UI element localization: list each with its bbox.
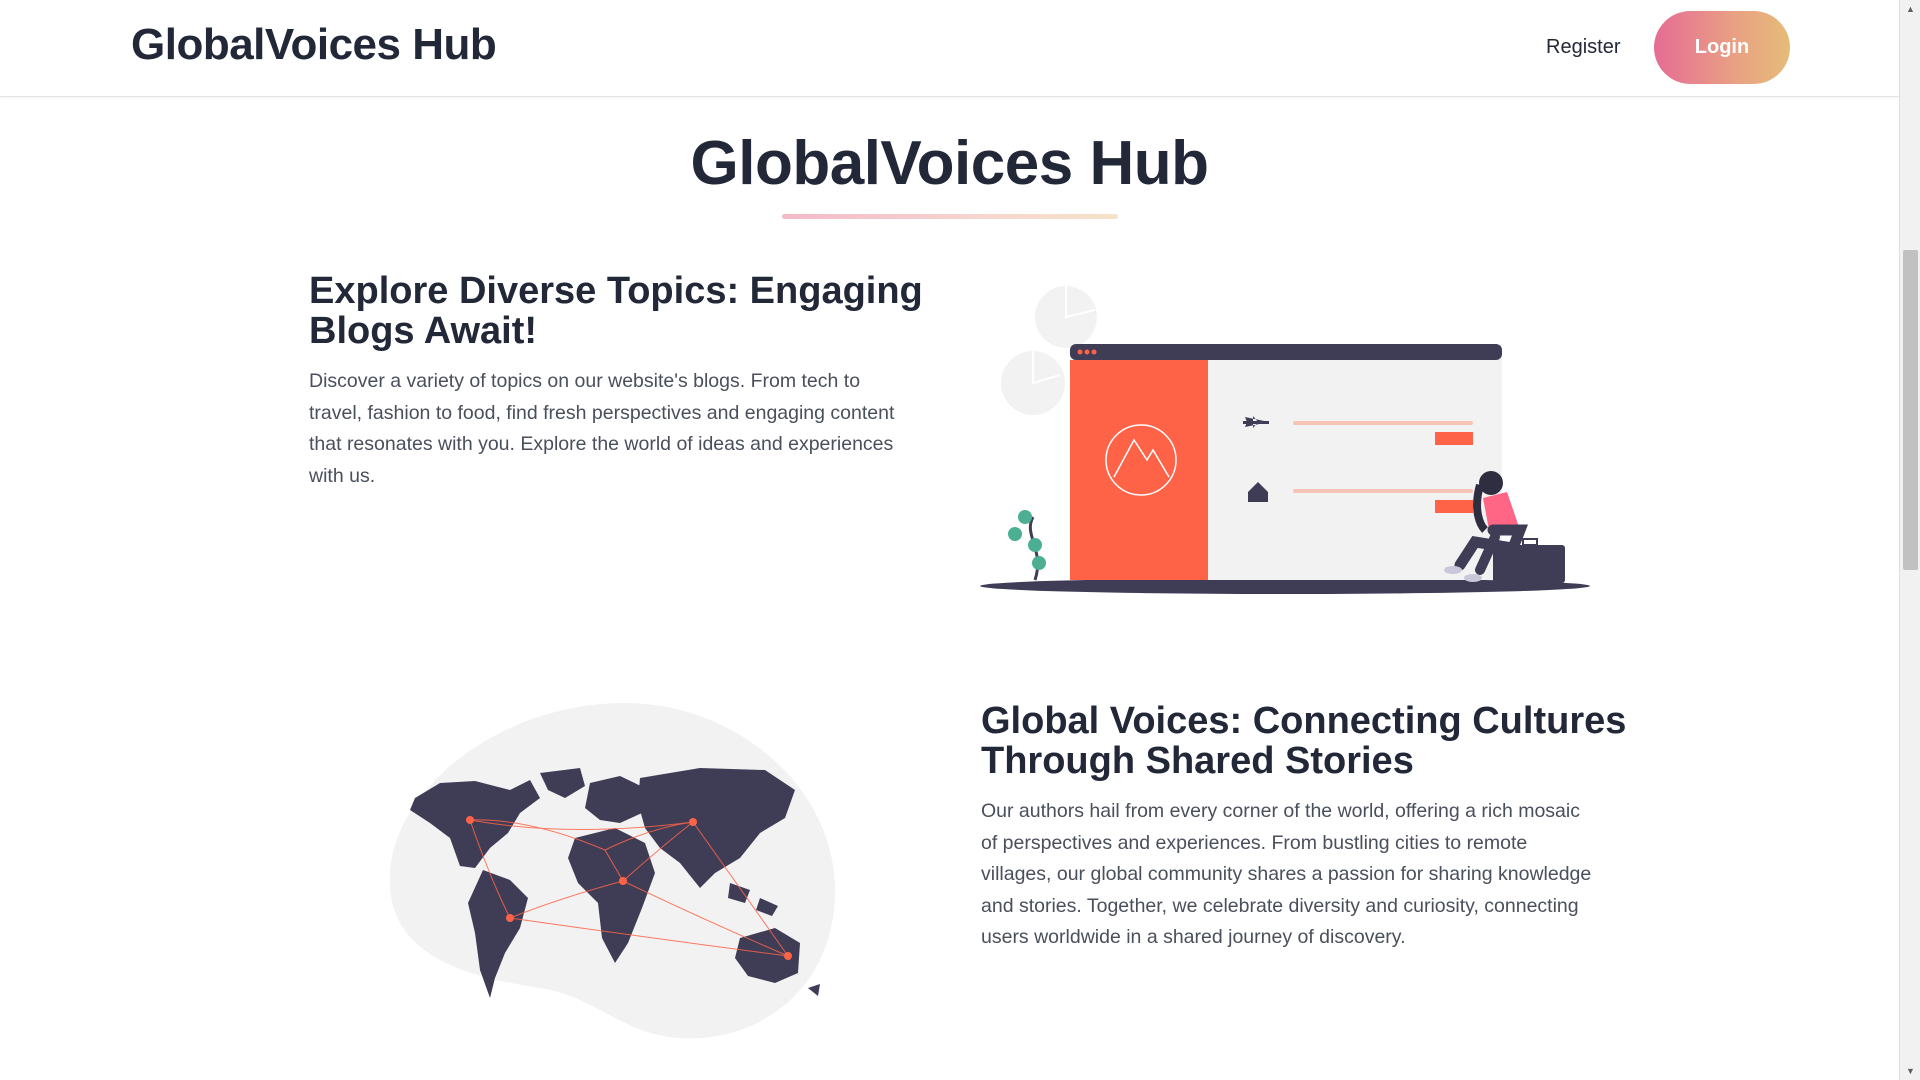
login-button[interactable]: Login	[1654, 11, 1790, 84]
title-underline-divider	[782, 214, 1118, 219]
register-link[interactable]: Register	[1546, 36, 1620, 59]
vertical-scrollbar[interactable]: ▲ ▼	[1899, 0, 1920, 1080]
scroll-up-arrow-icon[interactable]: ▲	[1900, 0, 1920, 18]
section-heading-explore-topics: Explore Diverse Topics: Engaging Blogs A…	[309, 270, 923, 352]
brand-logo-text[interactable]: GlobalVoices Hub	[131, 20, 497, 70]
page-title: GlobalVoices Hub	[690, 129, 1209, 198]
world-map-illustration-icon	[389, 703, 836, 1039]
top-navbar: GlobalVoices Hub Register Login	[0, 0, 1899, 97]
travel-booking-illustration-icon	[980, 286, 1590, 594]
section-text-global-voices: Our authors hail from every corner of th…	[981, 800, 1592, 948]
scrollbar-thumb[interactable]	[1903, 250, 1918, 570]
section-text-explore-topics: Discover a variety of topics on our webs…	[309, 370, 895, 487]
section-heading-global-voices: Global Voices: Connecting Cultures Throu…	[981, 700, 1627, 782]
scroll-down-arrow-icon[interactable]: ▼	[1900, 1062, 1920, 1080]
